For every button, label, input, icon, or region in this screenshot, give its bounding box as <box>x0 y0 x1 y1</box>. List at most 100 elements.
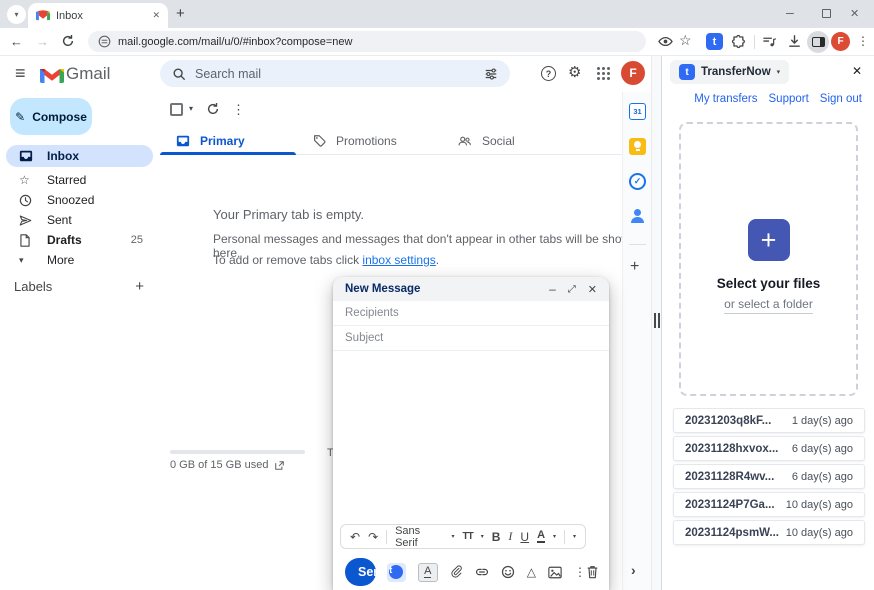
window-minimize-button[interactable]: – <box>786 4 794 20</box>
browser-profile-avatar[interactable]: F <box>831 32 850 51</box>
message-body[interactable] <box>333 351 609 511</box>
search-input[interactable]: Search mail <box>160 60 510 87</box>
site-settings-icon[interactable] <box>98 35 111 48</box>
refresh-button[interactable] <box>206 102 220 116</box>
sidebar-item-drafts[interactable]: Drafts 25 <box>6 229 153 251</box>
url-bar[interactable]: mail.google.com/mail/u/0/#inbox?compose=… <box>88 31 646 52</box>
window-close-button[interactable]: ✕ <box>850 7 859 20</box>
add-files-button[interactable]: + <box>748 219 790 261</box>
back-button[interactable]: ← <box>10 34 23 49</box>
minimize-icon[interactable]: – <box>549 282 556 296</box>
tab-promotions[interactable]: Promotions <box>296 127 441 154</box>
compose-button[interactable]: ✎ Compose <box>10 98 92 135</box>
extensions-button[interactable] <box>731 34 746 49</box>
forward-button[interactable]: → <box>36 34 49 49</box>
chevron-down-icon[interactable]: ▾ <box>481 533 484 540</box>
transfernow-extension-button[interactable]: t <box>706 33 723 50</box>
add-label-button[interactable]: + <box>135 278 144 295</box>
transfer-row[interactable]: 20231124psmW... 10 day(s) ago <box>673 520 865 545</box>
bold-button[interactable]: B <box>492 530 501 544</box>
panel-header-dropdown[interactable]: t TransferNow ▾ <box>670 60 789 84</box>
send-button[interactable]: Send ▾ <box>345 558 376 586</box>
settings-button[interactable]: ⚙ <box>568 63 581 81</box>
sidebar-item-snoozed[interactable]: Snoozed <box>6 189 153 211</box>
sidebar-item-sent[interactable]: Sent <box>6 209 153 231</box>
media-controls-button[interactable] <box>762 34 777 49</box>
select-folder-link[interactable]: or select a folder <box>724 297 813 314</box>
trash-icon <box>586 565 599 579</box>
more-formats-icon[interactable]: ▾ <box>573 533 576 540</box>
chevron-down-icon: ▾ <box>777 68 781 76</box>
font-select[interactable]: Sans Serif <box>395 525 443 549</box>
discard-draft-button[interactable] <box>586 565 599 579</box>
tasks-icon[interactable]: ✓ <box>629 173 646 190</box>
attach-file-button[interactable] <box>450 565 463 579</box>
text-color-button[interactable]: A <box>537 530 545 543</box>
recipients-field[interactable]: Recipients <box>333 301 609 326</box>
inbox-settings-link[interactable]: inbox settings <box>362 253 435 267</box>
list-more-button[interactable]: ⋮ <box>232 102 245 118</box>
google-apps-button[interactable] <box>597 67 610 80</box>
my-transfers-link[interactable]: My transfers <box>694 93 757 105</box>
side-panel-toggle-button[interactable] <box>807 31 829 53</box>
tab-primary[interactable]: Primary <box>160 127 296 154</box>
panel-close-icon[interactable]: ✕ <box>852 64 862 78</box>
transfer-row[interactable]: 20231128R4wv... 6 day(s) ago <box>673 464 865 489</box>
sidebar-item-starred[interactable]: ☆ Starred <box>6 169 153 191</box>
chevron-down-icon[interactable]: ▾ <box>451 533 454 540</box>
calendar-icon[interactable]: 31 <box>629 103 646 120</box>
insert-image-button[interactable] <box>548 566 562 579</box>
people-icon <box>457 134 472 148</box>
transfer-row[interactable]: 20231128hxvox... 6 day(s) ago <box>673 436 865 461</box>
formatting-options-button[interactable]: A <box>418 563 438 582</box>
keep-icon[interactable] <box>629 138 646 155</box>
account-avatar[interactable]: F <box>621 61 645 85</box>
browser-tab[interactable]: Inbox ✕ <box>28 3 168 28</box>
hide-panel-chevron-icon[interactable]: › <box>631 562 636 578</box>
transfer-row[interactable]: 20231124P7Ga... 10 day(s) ago <box>673 492 865 517</box>
pop-out-icon[interactable]: ⤢ <box>568 284 576 295</box>
select-dropdown-icon[interactable]: ▾ <box>189 104 193 113</box>
downloads-button[interactable] <box>787 34 802 49</box>
reload-button[interactable] <box>61 34 75 48</box>
contacts-icon[interactable] <box>629 208 646 225</box>
subject-field[interactable]: Subject <box>333 326 609 351</box>
get-addons-button[interactable]: + <box>630 258 639 276</box>
window-maximize-button[interactable] <box>822 9 831 18</box>
tab-social[interactable]: Social <box>441 127 586 154</box>
underline-button[interactable]: U <box>520 530 529 544</box>
resize-handle[interactable] <box>654 313 660 328</box>
insert-emoji-button[interactable] <box>501 565 515 579</box>
transfer-row[interactable]: 20231203q8kF... 1 day(s) ago <box>673 408 865 433</box>
undo-icon[interactable]: ↶ <box>350 530 360 544</box>
sidebar-item-inbox[interactable]: Inbox <box>6 145 153 167</box>
browser-menu-button[interactable]: ⋮ <box>857 34 869 48</box>
external-link-icon[interactable] <box>274 460 285 471</box>
sidebar-item-more[interactable]: ▾ More <box>6 249 153 271</box>
tab-search-button[interactable]: ▾ <box>7 5 26 24</box>
insert-link-button[interactable] <box>475 565 489 579</box>
gmail-logo-icon <box>40 66 64 84</box>
more-options-icon[interactable]: ⋮ <box>574 565 586 579</box>
transfernow-attach-button[interactable]: t <box>387 563 406 582</box>
italic-button[interactable]: I <box>508 529 512 544</box>
bookmark-star-icon[interactable]: ☆ <box>679 32 692 49</box>
sign-out-link[interactable]: Sign out <box>820 93 862 105</box>
main-menu-icon[interactable]: ≡ <box>15 63 26 84</box>
help-button[interactable]: ? <box>541 66 556 81</box>
file-dropzone[interactable]: + Select your files or select a folder <box>679 122 858 396</box>
search-options-icon[interactable] <box>484 67 498 81</box>
chevron-down-icon[interactable]: ▾ <box>553 533 556 540</box>
drive-icon[interactable]: △ <box>527 565 536 579</box>
tab-close-icon[interactable]: ✕ <box>152 10 160 21</box>
new-tab-button[interactable]: + <box>176 5 185 22</box>
redo-icon[interactable]: ↷ <box>368 530 378 544</box>
support-link[interactable]: Support <box>769 93 809 105</box>
select-all-checkbox[interactable] <box>170 103 183 116</box>
text-size-button[interactable]: TT <box>462 531 472 542</box>
formatting-toolbar: ↶ ↷ Sans Serif ▾ TT ▾ B I U A ▾ ▾ <box>340 524 586 549</box>
compose-header[interactable]: New Message – ⤢ ✕ <box>333 277 609 301</box>
transfernow-panel: t TransferNow ▾ ✕ My transfers Support S… <box>661 56 874 590</box>
eye-button[interactable] <box>658 35 673 48</box>
close-icon[interactable]: ✕ <box>588 283 597 296</box>
